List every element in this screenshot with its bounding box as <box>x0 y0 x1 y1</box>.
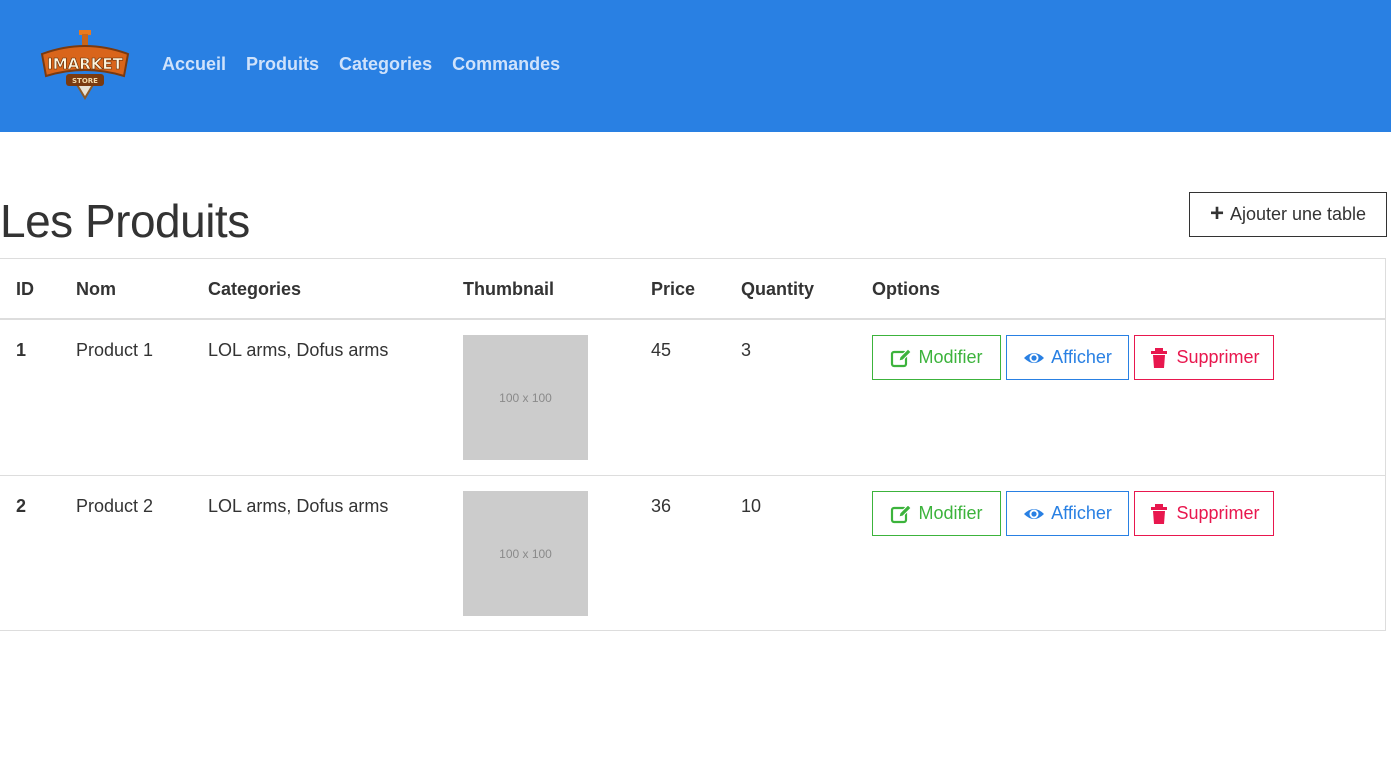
modifier-button[interactable]: Modifier <box>872 335 1001 380</box>
thumbnail-placeholder-text: 100 x 100 <box>499 546 552 561</box>
row-price: 45 <box>651 340 672 360</box>
row-quantity: 3 <box>741 340 752 360</box>
plus-icon: + <box>1209 199 1224 227</box>
column-header-thumbnail: Thumbnail <box>463 279 554 299</box>
column-header-price: Price <box>651 279 696 299</box>
row-quantity: 10 <box>741 496 762 516</box>
add-table-label: Ajouter une table <box>1229 204 1367 224</box>
row-id: 1 <box>16 340 27 360</box>
afficher-button[interactable]: Afficher <box>1006 491 1129 536</box>
nav-link-produits[interactable]: Produits <box>246 54 319 75</box>
supprimer-label: Supprimer <box>1176 503 1260 523</box>
column-header-categories: Categories <box>208 279 302 299</box>
row-thumbnail: 100 x 100 <box>463 335 588 460</box>
navbar: IMARKET STORE Accueil Produits Categorie… <box>0 0 1391 132</box>
trash-icon <box>1151 503 1168 524</box>
column-header-nom: Nom <box>76 279 116 299</box>
eye-icon <box>1024 352 1045 363</box>
modifier-label: Modifier <box>918 347 983 367</box>
row-name: Product 2 <box>76 496 154 516</box>
supprimer-label: Supprimer <box>1176 347 1260 367</box>
thumbnail-placeholder-text: 100 x 100 <box>499 390 552 405</box>
row-categories: LOL arms, Dofus arms <box>208 340 389 360</box>
modifier-button[interactable]: Modifier <box>872 491 1001 536</box>
row-id: 2 <box>16 496 27 516</box>
supprimer-button[interactable]: Supprimer <box>1134 491 1274 536</box>
column-header-options: Options <box>872 279 940 299</box>
row-price: 36 <box>651 496 672 516</box>
add-table-button[interactable]: + Ajouter une table <box>1189 192 1387 237</box>
table-row: 2 Product 2 LOL arms, Dofus arms 100 x 1… <box>0 476 1385 632</box>
logo-subtext: STORE <box>72 77 98 85</box>
row-thumbnail: 100 x 100 <box>463 491 588 616</box>
afficher-button[interactable]: Afficher <box>1006 335 1129 380</box>
edit-icon <box>891 503 913 523</box>
nav-links: Accueil Produits Categories Commandes <box>162 54 560 75</box>
page-title: Les Produits <box>0 195 250 247</box>
imarket-store-logo[interactable]: IMARKET STORE <box>36 28 134 104</box>
nav-link-categories[interactable]: Categories <box>339 54 432 75</box>
row-name: Product 1 <box>76 340 154 360</box>
afficher-label: Afficher <box>1051 347 1112 367</box>
row-categories: LOL arms, Dofus arms <box>208 496 389 516</box>
modifier-label: Modifier <box>918 503 983 523</box>
table-row: 1 Product 1 LOL arms, Dofus arms 100 x 1… <box>0 320 1385 476</box>
column-header-quantity: Quantity <box>741 279 815 299</box>
logo-text: IMARKET <box>47 55 124 73</box>
afficher-label: Afficher <box>1051 503 1112 523</box>
eye-icon <box>1024 508 1045 519</box>
supprimer-button[interactable]: Supprimer <box>1134 335 1274 380</box>
nav-link-accueil[interactable]: Accueil <box>162 54 226 75</box>
column-header-id: ID <box>16 279 34 299</box>
nav-link-commandes[interactable]: Commandes <box>452 54 560 75</box>
edit-icon <box>891 347 913 367</box>
trash-icon <box>1151 347 1168 368</box>
products-table: ID Nom Categories Thumbnail Price Quanti… <box>0 258 1386 631</box>
